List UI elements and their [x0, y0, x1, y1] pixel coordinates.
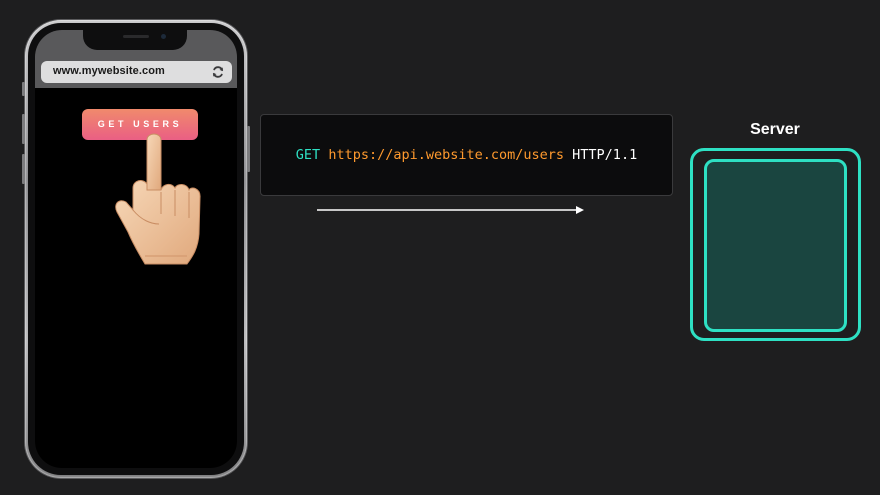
request-arrow-icon: [317, 206, 584, 214]
http-method: GET: [295, 147, 321, 163]
request-url: https://api.website.com/users: [328, 147, 565, 163]
server-label: Server: [750, 121, 800, 138]
address-bar-url: www.mywebsite.com: [53, 65, 165, 77]
phone-notch: [83, 30, 187, 50]
phone-frame: www.mywebsite.com GET USERS: [22, 20, 250, 478]
reload-icon[interactable]: [211, 65, 225, 79]
phone-volume-up-button: [22, 114, 25, 144]
server-box: [690, 148, 861, 341]
phone-bezel: www.mywebsite.com GET USERS: [28, 23, 244, 475]
address-bar[interactable]: www.mywebsite.com: [41, 61, 232, 83]
phone-screen: www.mywebsite.com GET USERS: [35, 30, 237, 468]
server-inner-panel: [704, 159, 847, 332]
http-protocol: HTTP/1.1: [572, 147, 638, 163]
http-request-line: GET https://api.website.com/users HTTP/1…: [261, 147, 672, 163]
front-camera-icon: [161, 34, 166, 39]
phone-mute-switch: [22, 82, 25, 96]
phone-power-button: [247, 126, 250, 172]
pointing-hand-icon: [115, 133, 201, 265]
http-request-box: GET https://api.website.com/users HTTP/1…: [260, 114, 673, 196]
phone-volume-down-button: [22, 154, 25, 184]
phone-speaker: [123, 35, 149, 38]
